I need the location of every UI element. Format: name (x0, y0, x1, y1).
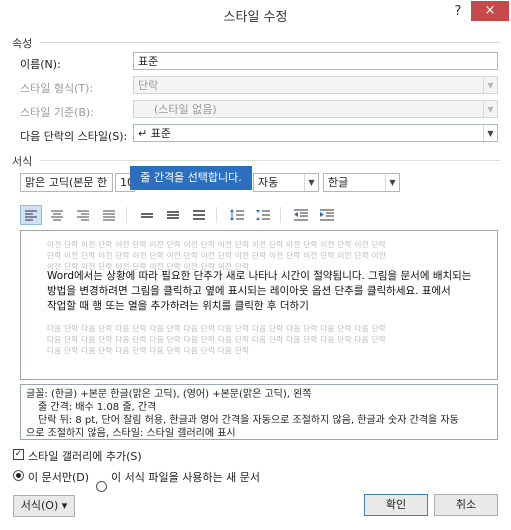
description-line: 단락 뒤: 8 pt, 단어 잘림 허용, 한글과 영어 간격을 자동으로 조절… (38, 415, 459, 426)
formatting-section-label: 서식 (12, 155, 33, 168)
toolbar-separator (126, 207, 127, 223)
align-center-icon[interactable] (46, 205, 68, 225)
next-paragraph-line: 다음 단락 다음 단락 다음 단락 다음 단락 다음 단락 다음 단락 (47, 346, 250, 355)
this-document-only-radio[interactable] (13, 470, 24, 481)
increase-indent-icon[interactable] (316, 205, 338, 225)
chevron-down-icon: ▼ (483, 101, 497, 117)
align-left-icon[interactable] (20, 205, 42, 225)
previous-paragraph-line: 단락 이전 단락 이전 단락 이전 단락 이전 단락 이전 단락 이전 단락 이… (47, 251, 386, 260)
line-spacing-tooltip: 줄 간격을 선택합니다. (130, 166, 252, 190)
next-style-label: 다음 단락의 스타일(S): (20, 130, 128, 143)
toolbar-separator (216, 207, 217, 223)
new-documents-template-label: 이 서식 파일을 사용하는 새 문서 (111, 471, 261, 484)
script-value: 한글 (328, 176, 349, 189)
chevron-down-icon: ▼ (304, 174, 318, 191)
style-preview-pane: 이전 단락 이전 단락 이전 단락 이전 단락 이전 단락 이전 단락 이전 단… (20, 230, 498, 380)
name-label: 이름(N): (20, 58, 61, 71)
script-dropdown[interactable]: 한글 ▼ (323, 173, 400, 192)
help-button[interactable]: ? (448, 4, 468, 22)
style-description: 글꼴: (한글) +본문 한글(맑은 고딕), (영어) +본문(맑은 고딕),… (20, 384, 498, 440)
font-color-dropdown[interactable]: 자동 ▼ (253, 173, 319, 192)
format-menu-button[interactable]: 서식(O) ▾ (13, 495, 75, 517)
sample-text-line: 작업할 때 행 또는 열을 추가하려는 위치를 클릭한 후 더하기 (47, 300, 309, 312)
next-style-dropdown[interactable]: ↵ 표준 ▼ (133, 124, 498, 142)
sample-text-line: Word에서는 상황에 따라 필요한 단추가 새로 나타나 시간이 절약됩니다.… (47, 270, 472, 282)
previous-paragraph-line: 이전 단락 이전 단락 이전 단락 이전 단락 이전 단락 이전 단락 이전 단… (47, 240, 386, 249)
align-right-icon[interactable] (72, 205, 94, 225)
based-on-dropdown[interactable]: (스타일 없음) ▼ (133, 100, 498, 118)
style-type-value: 단락 (138, 79, 159, 92)
font-value: 맑은 고딕(본문 한 (25, 176, 108, 189)
new-documents-template-radio[interactable] (96, 481, 107, 492)
single-spacing-icon[interactable] (136, 205, 158, 225)
decrease-paragraph-spacing-icon[interactable] (252, 205, 274, 225)
font-color-value: 자동 (258, 176, 279, 189)
chevron-down-icon: ▼ (483, 77, 497, 93)
description-line: 줄 간격: 배수 1.08 줄, 간격 (38, 402, 157, 413)
based-on-value: (스타일 없음) (154, 103, 217, 116)
increase-paragraph-spacing-icon[interactable] (226, 205, 248, 225)
name-input[interactable]: 표준 (133, 52, 498, 70)
this-document-only-label: 이 문서만(D) (28, 471, 90, 484)
style-type-dropdown[interactable]: 단락 ▼ (133, 76, 498, 94)
next-paragraph-line: 다음 단락 다음 단락 다음 단락 다음 단락 다음 단락 다음 단락 다음 단… (47, 335, 386, 344)
next-paragraph-line: 다음 단락 다음 단락 다음 단락 다음 단락 다음 단락 다음 단락 다음 단… (47, 324, 386, 333)
formatting-divider (40, 160, 500, 161)
description-line: 으로 조절하지 않음, 스타일: 스타일 갤러리에 표시 (26, 428, 236, 439)
chevron-down-icon: ▼ (483, 125, 497, 141)
add-to-gallery-label: 스타일 갤러리에 추가(S) (28, 450, 142, 463)
decrease-indent-icon[interactable] (290, 205, 312, 225)
sample-text-line: 방법을 변경하려면 그림을 클릭하고 옆에 표시되는 레이아웃 옵션 단추를 클… (47, 285, 451, 297)
next-style-value: ↵ 표준 (138, 127, 171, 140)
double-spacing-icon[interactable] (188, 205, 210, 225)
window-title: 스타일 수정 (223, 10, 288, 25)
description-line: 글꼴: (한글) +본문 한글(맑은 고딕), (영어) +본문(맑은 고딕),… (26, 389, 312, 400)
chevron-down-icon: ▼ (385, 174, 399, 191)
properties-divider (40, 42, 500, 43)
ok-button[interactable]: 확인 (364, 494, 428, 516)
justify-icon[interactable] (98, 205, 120, 225)
properties-section-label: 속성 (12, 37, 33, 50)
close-button[interactable]: × (471, 1, 509, 21)
style-type-label: 스타일 형식(T): (20, 82, 94, 95)
cancel-button[interactable]: 취소 (434, 494, 498, 516)
font-dropdown[interactable]: 맑은 고딕(본문 한 (20, 173, 113, 192)
one-half-spacing-icon[interactable] (162, 205, 184, 225)
based-on-label: 스타일 기준(B): (20, 106, 94, 119)
toolbar-separator (280, 207, 281, 223)
add-to-gallery-checkbox[interactable]: ✓ (13, 449, 24, 460)
